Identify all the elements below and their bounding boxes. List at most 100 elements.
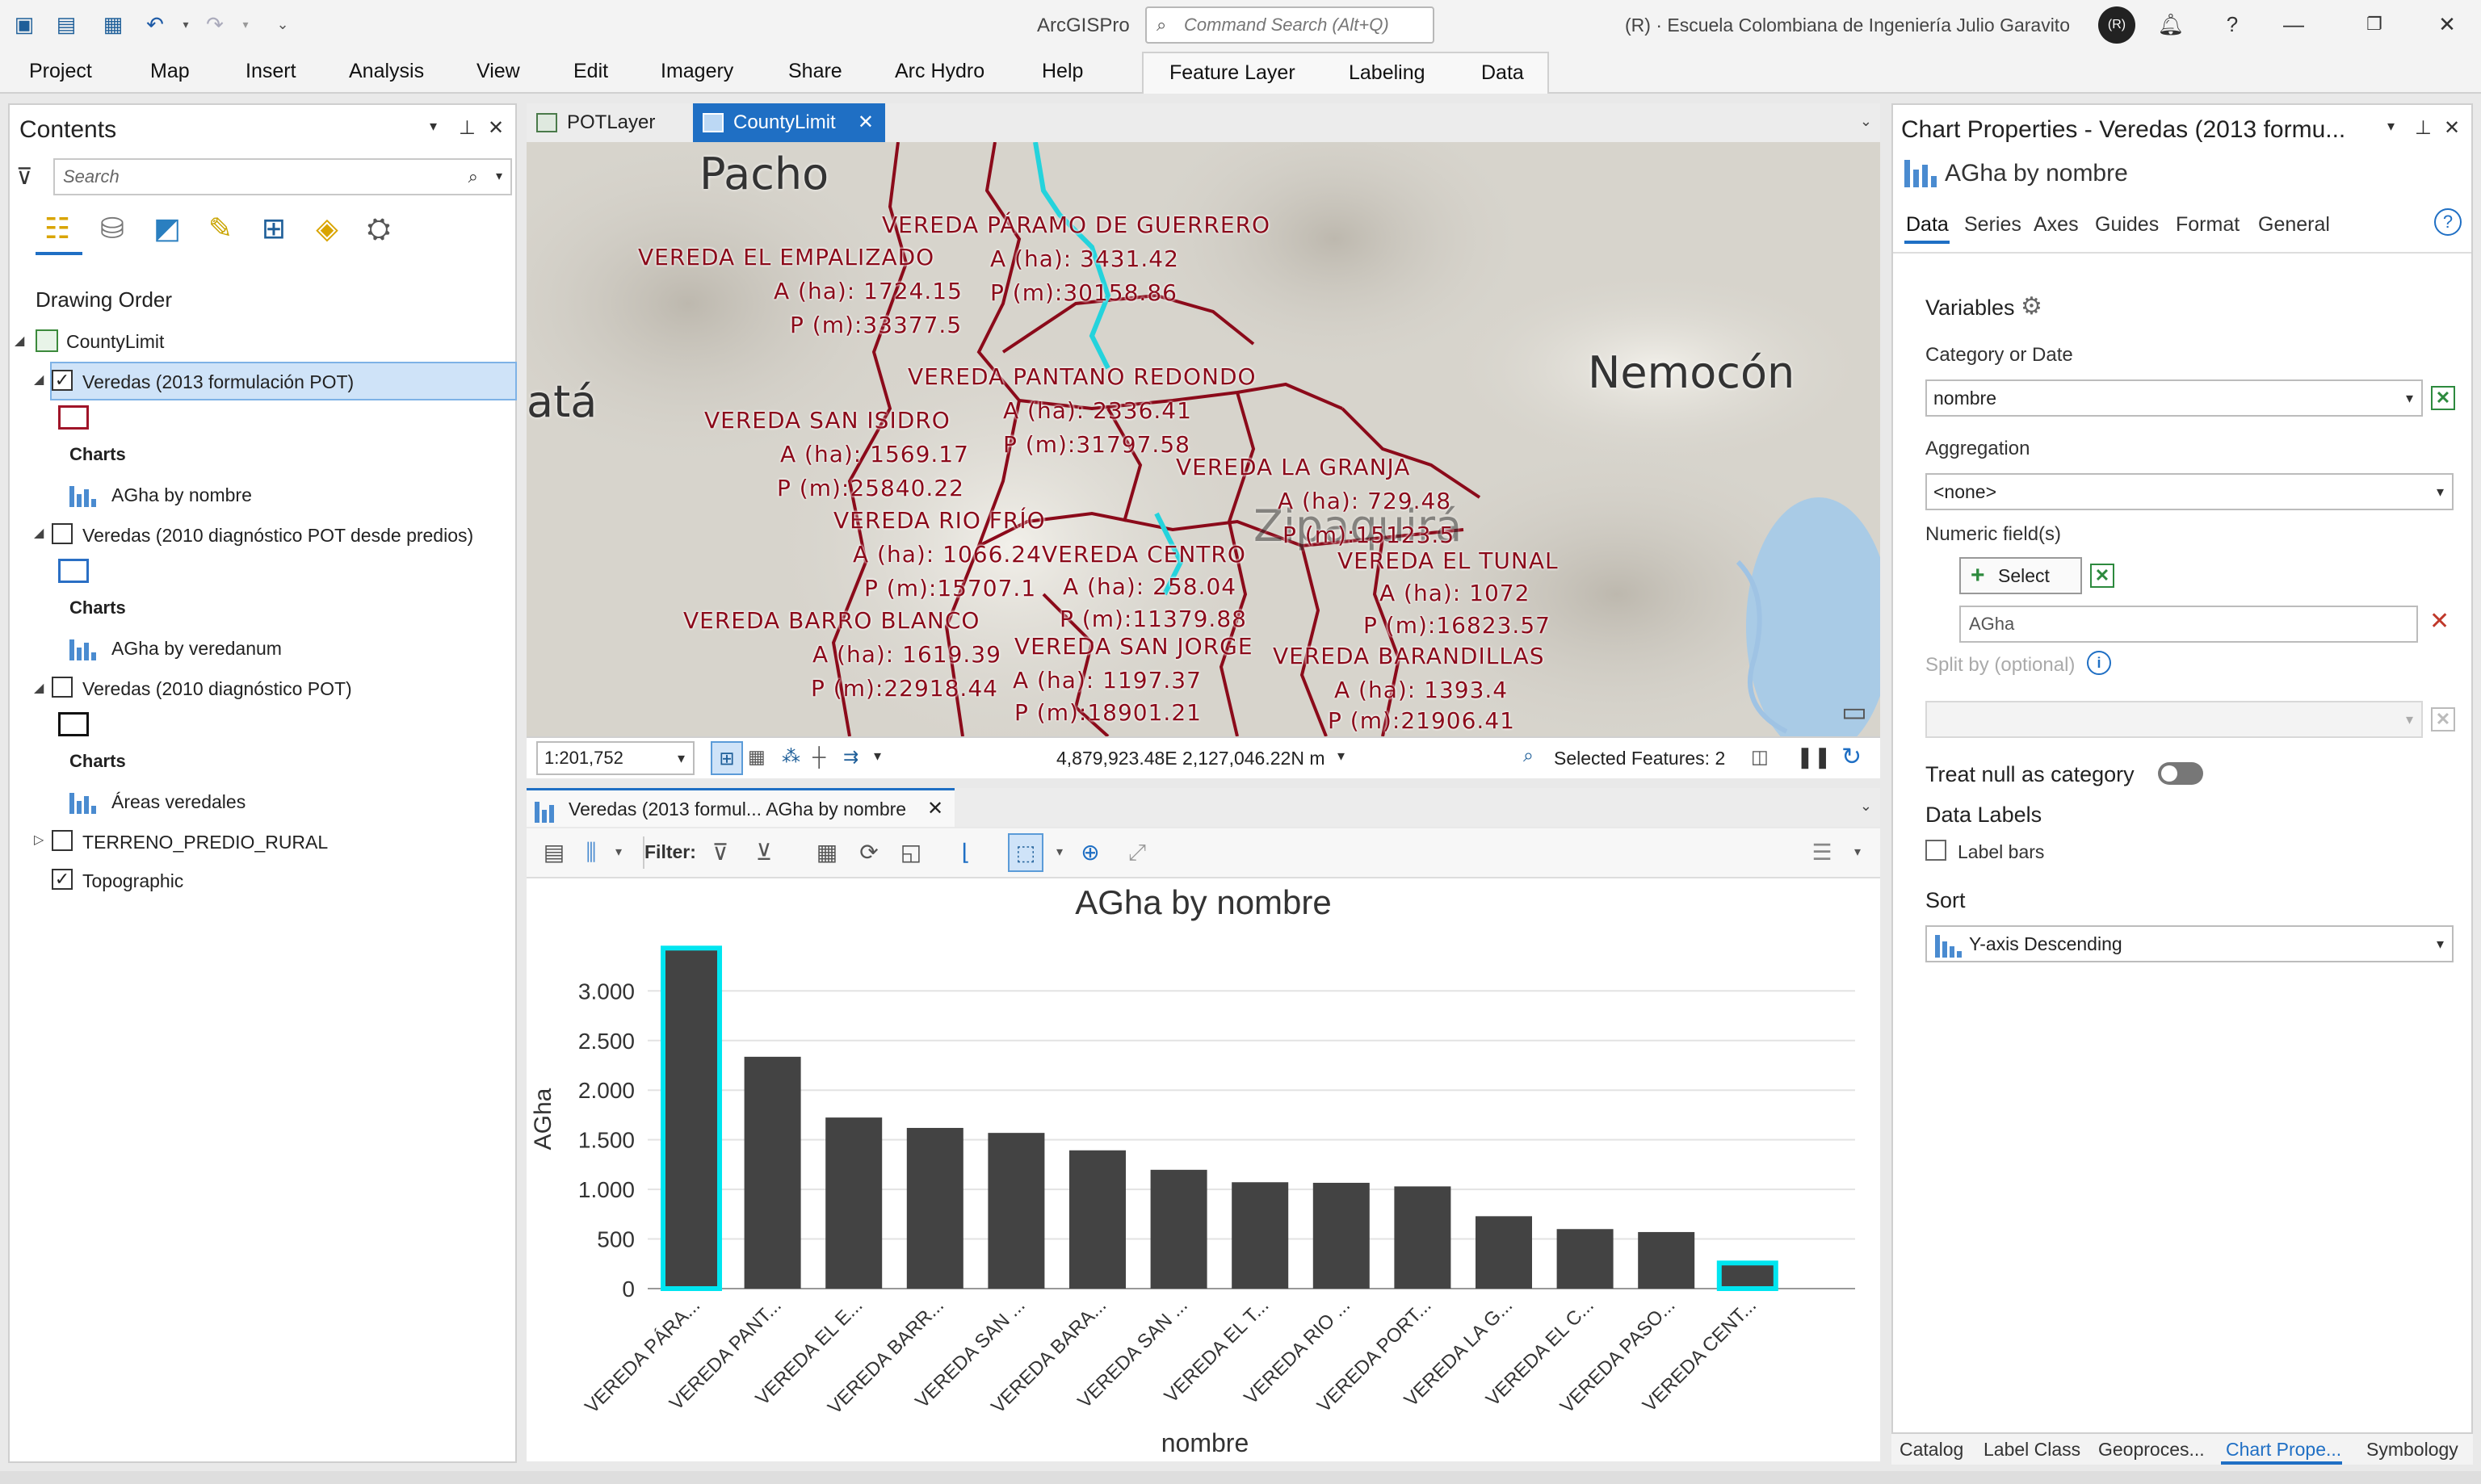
fixed-scale-icon[interactable]: ⊞ bbox=[711, 741, 743, 775]
close-pane-icon[interactable]: ✕ bbox=[2444, 116, 2460, 140]
axis-icon[interactable]: ⌊ bbox=[951, 838, 980, 867]
tab-feature-layer[interactable]: Feature Layer bbox=[1169, 61, 1295, 85]
gear-icon[interactable]: ⚙ bbox=[2021, 292, 2042, 321]
layer-visibility-checkbox[interactable] bbox=[52, 830, 73, 851]
chart-area[interactable]: AGha by nombre AGha nombre 0 500 1.000 1.50… bbox=[527, 878, 1880, 1461]
bar[interactable] bbox=[906, 1127, 963, 1289]
chart-item[interactable]: AGha by nombre bbox=[111, 484, 252, 506]
list-icon[interactable]: ☰ bbox=[1807, 838, 1837, 867]
bar[interactable] bbox=[1394, 1186, 1451, 1289]
layer-name[interactable]: Veredas (2013 formulación POT) bbox=[82, 371, 354, 393]
pin-icon[interactable]: ⊥ bbox=[2415, 116, 2432, 140]
pin-icon[interactable]: ⊥ bbox=[459, 116, 476, 140]
list-by-data-source-icon[interactable]: ⛁ bbox=[94, 210, 131, 247]
tab-potlayer[interactable]: POTLayer bbox=[527, 103, 688, 142]
close-tab-icon[interactable]: ✕ bbox=[858, 103, 874, 142]
undo-icon[interactable]: ↶ bbox=[142, 11, 168, 37]
expand-layer-icon[interactable]: ▷ bbox=[34, 832, 44, 848]
remove-field-icon[interactable]: ✕ bbox=[2429, 607, 2450, 635]
tab-view[interactable]: View bbox=[476, 60, 520, 83]
filter-by-selection-icon[interactable]: ⊻ bbox=[749, 838, 779, 867]
correction-icon[interactable]: ⇉ bbox=[843, 746, 858, 768]
tab-guides[interactable]: Guides bbox=[2095, 213, 2159, 237]
tab-list-icon[interactable]: ⌄ bbox=[1860, 113, 1872, 130]
chart-item[interactable]: Áreas veredales bbox=[111, 791, 246, 813]
customize-toolbar-icon[interactable]: ⌄ bbox=[270, 11, 296, 37]
tab-series[interactable]: Series bbox=[1964, 213, 2021, 237]
pause-drawing-icon[interactable]: ❚❚ bbox=[1796, 744, 1832, 769]
clear-category-icon[interactable]: ✕ bbox=[2431, 386, 2455, 410]
bar[interactable] bbox=[988, 1133, 1045, 1289]
layer-visibility-checkbox[interactable] bbox=[52, 523, 73, 544]
chevron-down-icon[interactable]: ▾ bbox=[1843, 838, 1872, 867]
clear-split-icon[interactable]: ✕ bbox=[2431, 707, 2455, 732]
new-project-icon[interactable]: ▣ bbox=[11, 11, 37, 37]
tab-general[interactable]: General bbox=[2258, 213, 2330, 237]
search-icon[interactable]: ⌕ bbox=[468, 160, 478, 194]
bar[interactable] bbox=[1312, 1182, 1370, 1289]
tab-list-icon[interactable]: ⌄ bbox=[1860, 798, 1872, 815]
aggregation-dropdown[interactable]: <none> ▾ bbox=[1925, 473, 2454, 510]
sync-selection-icon[interactable]: ⟳ bbox=[854, 838, 884, 867]
layer-visibility-checkbox[interactable] bbox=[52, 677, 73, 698]
selected-features-count[interactable]: Selected Features: 2 bbox=[1554, 748, 1725, 769]
tab-symbology[interactable]: Symbology bbox=[2366, 1439, 2458, 1461]
bar[interactable] bbox=[744, 1056, 801, 1289]
pane-options-icon[interactable]: ▾ bbox=[430, 118, 437, 135]
bar[interactable] bbox=[1232, 1182, 1289, 1289]
basemap-name[interactable]: Topographic bbox=[82, 870, 183, 892]
tab-project[interactable]: Project bbox=[29, 60, 92, 83]
minimize-icon[interactable]: — bbox=[2277, 8, 2310, 40]
redo-dropdown-icon[interactable]: ▾ bbox=[233, 11, 258, 37]
tab-map[interactable]: Map bbox=[150, 60, 190, 83]
properties-icon[interactable]: ▤ bbox=[539, 838, 569, 867]
map-view[interactable]: Pacho Nemocón atá Zipaquirá VEREDA PÁRAM… bbox=[527, 142, 1880, 736]
label-bars-checkbox[interactable] bbox=[1925, 840, 1946, 861]
numeric-field-item[interactable]: AGha bbox=[1959, 606, 2418, 643]
collapse-layer-icon[interactable]: ◢ bbox=[34, 680, 44, 696]
refresh-icon[interactable]: ↻ bbox=[1841, 743, 1862, 771]
sort-dropdown[interactable]: Y-axis Descending ▾ bbox=[1925, 925, 2454, 962]
category-dropdown[interactable]: nombre ▾ bbox=[1925, 379, 2423, 417]
bar[interactable] bbox=[1716, 1260, 1778, 1292]
bar[interactable] bbox=[661, 945, 722, 1292]
grid-icon[interactable]: ▦ bbox=[748, 746, 766, 768]
tab-labeling[interactable]: Labeling bbox=[1349, 61, 1425, 85]
snapping-icon[interactable]: ⁂ bbox=[782, 746, 800, 768]
refresh-map-icon[interactable]: ◫ bbox=[1751, 746, 1769, 768]
tab-label-class[interactable]: Label Class bbox=[1984, 1439, 2080, 1461]
list-by-selection-icon[interactable]: ◩ bbox=[149, 210, 186, 247]
close-pane-icon[interactable]: ✕ bbox=[488, 116, 504, 140]
chevron-down-icon[interactable]: ▾ bbox=[874, 748, 881, 765]
zoom-to-selection-icon[interactable]: ◱ bbox=[896, 838, 926, 867]
bar[interactable] bbox=[1069, 1150, 1126, 1289]
undo-dropdown-icon[interactable]: ▾ bbox=[173, 11, 199, 37]
tab-geoprocessing[interactable]: Geoproces... bbox=[2098, 1439, 2205, 1461]
tab-countylimit[interactable]: CountyLimit ✕ bbox=[693, 103, 885, 142]
bar[interactable] bbox=[1150, 1169, 1207, 1289]
tab-chart[interactable]: Veredas (2013 formul... AGha by nombre ✕ bbox=[527, 788, 955, 827]
clear-numeric-fields-icon[interactable]: ✕ bbox=[2090, 564, 2114, 588]
constraint-icon[interactable]: ┼ bbox=[812, 746, 825, 768]
tab-data[interactable]: Data bbox=[1481, 61, 1524, 85]
split-by-dropdown[interactable]: ▾ bbox=[1925, 701, 2423, 738]
select-tool-icon[interactable]: ⬚ bbox=[1008, 833, 1043, 872]
collapse-layer-icon[interactable]: ◢ bbox=[34, 525, 44, 541]
tab-chart-properties[interactable]: Chart Prope... bbox=[2226, 1439, 2341, 1461]
tab-data[interactable]: Data bbox=[1906, 213, 1949, 237]
contents-search-input[interactable]: Search ⌕ ▾ bbox=[53, 158, 512, 195]
select-button[interactable]: + Select bbox=[1959, 557, 2082, 594]
info-icon[interactable]: i bbox=[2087, 651, 2111, 675]
notifications-icon[interactable]: 🔔︎ bbox=[2155, 8, 2187, 40]
tab-analysis[interactable]: Analysis bbox=[349, 60, 424, 83]
layer-symbol-swatch[interactable] bbox=[58, 712, 89, 736]
avatar[interactable]: (R) bbox=[2098, 6, 2135, 44]
bar[interactable] bbox=[1556, 1229, 1614, 1289]
list-by-snapping-icon[interactable]: ⊞ bbox=[255, 210, 292, 247]
navigator-icon[interactable]: ▭ bbox=[1841, 696, 1867, 728]
tab-arc-hydro[interactable]: Arc Hydro bbox=[895, 60, 984, 83]
collapse-map-icon[interactable]: ◢ bbox=[15, 333, 24, 349]
tab-help[interactable]: Help bbox=[1042, 60, 1083, 83]
tab-catalog[interactable]: Catalog bbox=[1900, 1439, 1963, 1461]
close-tab-icon[interactable]: ✕ bbox=[927, 797, 943, 820]
